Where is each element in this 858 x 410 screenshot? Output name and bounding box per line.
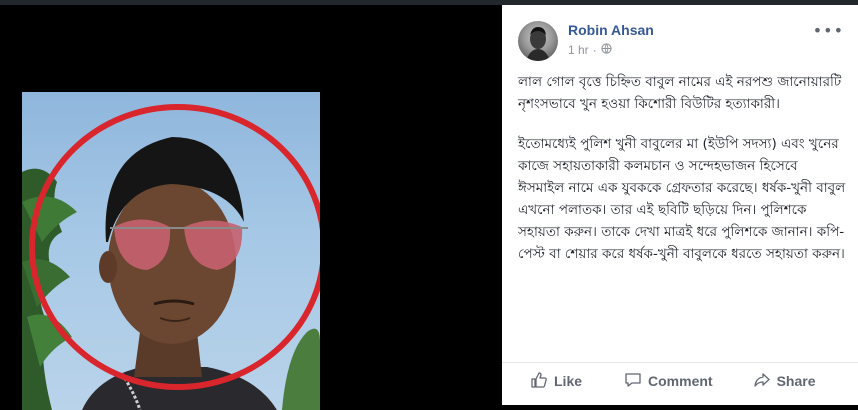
more-options-icon[interactable]: •••	[813, 21, 844, 40]
post-text: লাল গোল বৃত্তে চিহ্নিত বাবুল নামের এই নর…	[518, 71, 846, 283]
post-panel: Robin Ahsan 1 hr · ••• লাল গোল বৃত্তে চি…	[502, 5, 858, 405]
like-label: Like	[554, 373, 583, 389]
like-button[interactable]: Like	[530, 371, 582, 392]
post-photo[interactable]	[22, 92, 320, 410]
post-paragraph-2: ইতোমধ্যেই পুলিশ খুনী বাবুলের মা (ইউপি সদ…	[518, 136, 846, 262]
separator-dot: ·	[592, 43, 597, 57]
share-button[interactable]: Share	[753, 371, 816, 392]
author-name[interactable]: Robin Ahsan	[568, 22, 654, 38]
comment-label: Comment	[648, 373, 713, 389]
share-label: Share	[776, 373, 816, 389]
share-icon	[753, 371, 771, 392]
post-actions: Like Comment Share	[502, 362, 858, 399]
post-time[interactable]: 1 hr	[568, 43, 589, 57]
avatar-image	[526, 27, 550, 61]
photo-viewer	[0, 5, 502, 410]
post-meta: 1 hr ·	[568, 43, 612, 57]
globe-icon[interactable]	[601, 43, 612, 57]
thumbs-up-icon	[530, 371, 548, 392]
post-paragraph-1: লাল গোল বৃত্তে চিহ্নিত বাবুল নামের এই নর…	[518, 74, 842, 112]
suspect-photo-image	[22, 104, 320, 410]
comment-button[interactable]: Comment	[624, 371, 713, 392]
comment-icon	[624, 371, 642, 392]
palm-tree	[22, 168, 77, 410]
author-avatar[interactable]	[518, 21, 558, 61]
